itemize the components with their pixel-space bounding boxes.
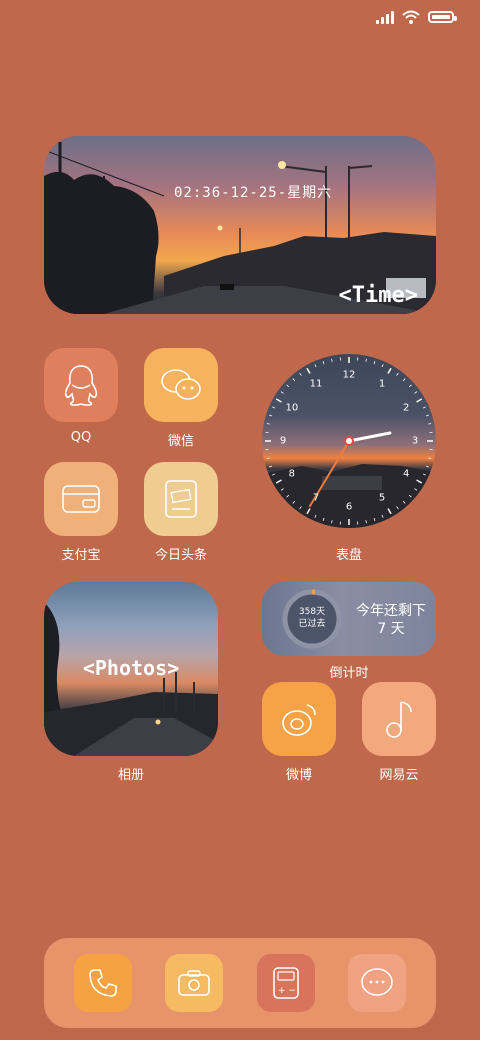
wallet-card-icon xyxy=(62,485,100,513)
clock-tick xyxy=(425,465,430,468)
clock-tick xyxy=(268,465,273,468)
qq-penguin-icon xyxy=(64,365,98,406)
clock-tick xyxy=(322,360,325,365)
clock-tick xyxy=(299,372,302,376)
clock-center xyxy=(344,436,354,446)
clock-label: 表盘 xyxy=(335,548,362,563)
clock-tick xyxy=(387,367,392,374)
clock-number: 3 xyxy=(411,435,419,447)
clock-number: 5 xyxy=(378,492,386,504)
clock-number: 8 xyxy=(288,468,296,480)
clock-number: 12 xyxy=(342,369,356,381)
dock-camera-app[interactable] xyxy=(165,954,223,1012)
status-bar xyxy=(376,10,457,24)
clock-tick xyxy=(373,360,376,365)
weibo-app[interactable] xyxy=(262,682,336,756)
dock: + − xyxy=(44,938,436,1028)
wechat-bubbles-icon xyxy=(161,369,201,400)
newspaper-icon xyxy=(165,480,197,518)
phone-icon xyxy=(89,969,117,997)
clock-tick xyxy=(266,457,270,459)
clock-tick xyxy=(275,398,282,403)
clock-number: 10 xyxy=(285,402,299,414)
clock-tick xyxy=(402,378,406,382)
battery-level xyxy=(432,15,450,19)
wechat-app[interactable] xyxy=(144,348,218,422)
clock-tick xyxy=(268,414,273,417)
calculator-icon: + − xyxy=(273,967,299,999)
clock-tick xyxy=(365,358,367,362)
clock-tick xyxy=(292,378,296,382)
battery-icon xyxy=(428,11,457,23)
message-icon xyxy=(361,968,393,996)
clock-tick xyxy=(416,398,423,403)
clock-tick xyxy=(314,364,317,368)
countdown-title: 今年还剩下 xyxy=(356,603,426,619)
countdown-widget[interactable]: 358天 已过去 今年还剩下 7 天 xyxy=(262,582,436,656)
clock-tick xyxy=(286,384,290,388)
weibo-icon xyxy=(282,704,316,736)
clock-tick xyxy=(280,391,284,394)
clock-tick xyxy=(428,457,432,459)
qq-label: QQ xyxy=(70,430,92,445)
dock-calculator-app[interactable]: + − xyxy=(257,954,315,1012)
countdown-days-passed: 358天 xyxy=(298,607,326,617)
signal-bars-icon xyxy=(376,10,394,24)
clock-tick xyxy=(425,414,430,417)
music-note-icon xyxy=(386,701,412,738)
qq-app[interactable] xyxy=(44,348,118,422)
clock-number: 6 xyxy=(345,501,353,513)
netease-label: 网易云 xyxy=(379,768,419,783)
clock-number: 9 xyxy=(279,435,287,447)
clock-tick xyxy=(396,372,399,376)
wechat-label: 微信 xyxy=(167,434,194,449)
alipay-label: 支付宝 xyxy=(61,548,101,563)
clock-number: 4 xyxy=(402,468,410,480)
clock-number: 1 xyxy=(378,378,386,390)
clock-tick xyxy=(422,406,426,409)
clock-tick xyxy=(428,423,432,425)
clock-tick xyxy=(272,406,276,409)
clock-widget[interactable]: 12 1 2 3 4 5 6 7 8 9 10 11 xyxy=(262,354,436,528)
widget-datetime: 02:36-12-25-星期六 xyxy=(174,185,333,201)
photos-widget[interactable]: <Photos> xyxy=(44,582,218,756)
clock-number: 7 xyxy=(312,492,320,504)
alipay-app[interactable] xyxy=(44,462,118,536)
countdown-label: 倒计时 xyxy=(329,666,369,681)
photos-tag: <Photos> xyxy=(82,656,180,680)
clock-tick xyxy=(331,358,333,362)
time-widget-tag: <Time> xyxy=(338,283,418,308)
clock-tick xyxy=(266,423,270,425)
countdown-passed-text: 已过去 xyxy=(298,619,326,629)
toutiao-label: 今日头条 xyxy=(154,548,207,563)
clock-number: 11 xyxy=(309,378,323,390)
wifi-icon xyxy=(402,10,420,24)
svg-text:+ −: + − xyxy=(278,986,296,996)
photos-label: 相册 xyxy=(117,768,144,783)
clock-number: 2 xyxy=(402,402,410,414)
time-widget[interactable]: 02:36-12-25-星期六 <Time> xyxy=(44,136,436,314)
hour-hand xyxy=(347,431,392,443)
netease-app[interactable] xyxy=(362,682,436,756)
clock-tick xyxy=(408,384,412,388)
clock-tick xyxy=(381,364,384,368)
clock-tick xyxy=(414,391,418,394)
dock-phone-app[interactable] xyxy=(74,954,132,1012)
clock-tick xyxy=(306,367,311,374)
dock-message-app[interactable] xyxy=(348,954,406,1012)
countdown-remaining: 7 天 xyxy=(377,621,405,637)
weibo-label: 微博 xyxy=(285,768,312,783)
camera-icon xyxy=(178,970,210,996)
toutiao-app[interactable] xyxy=(144,462,218,536)
